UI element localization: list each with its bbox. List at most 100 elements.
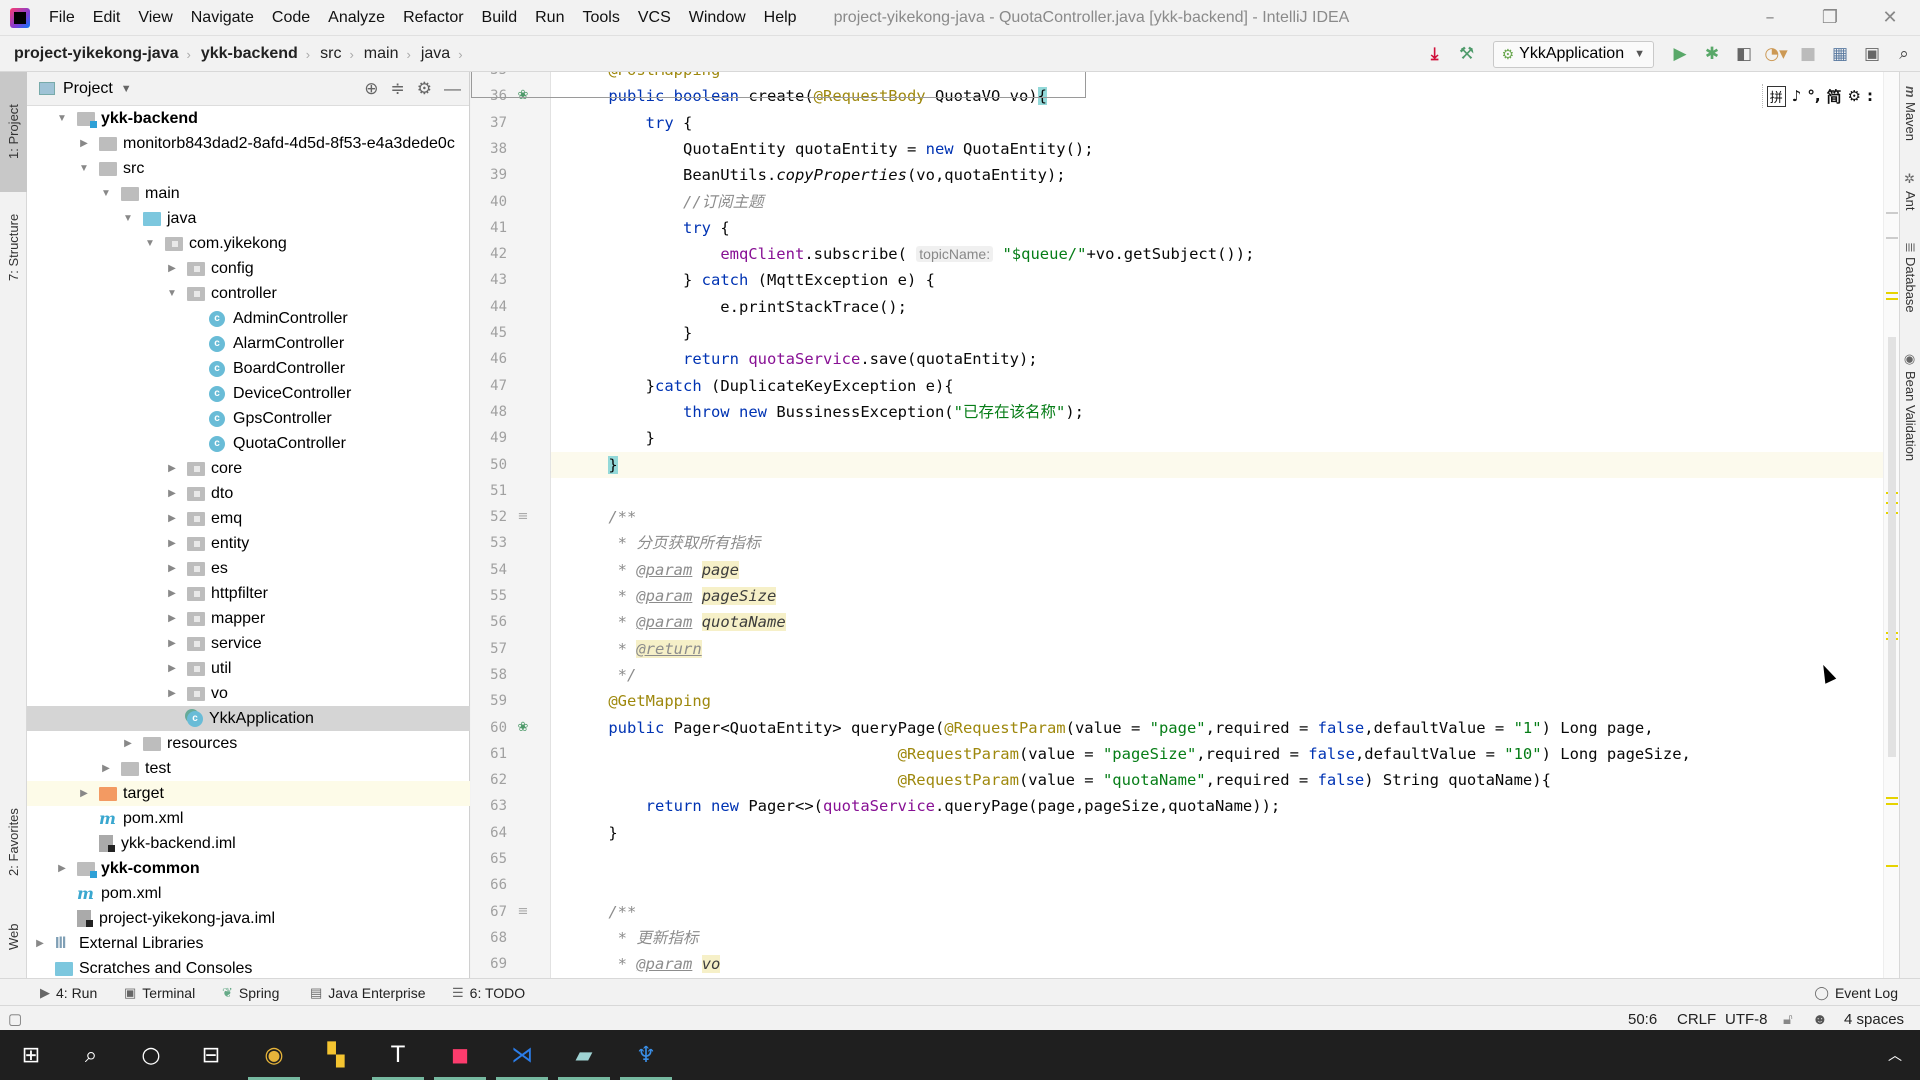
line-number[interactable]: 56 <box>471 609 507 635</box>
error-stripe[interactable] <box>1883 72 1899 978</box>
tab-ant[interactable]: ✲ Ant <box>1900 172 1920 232</box>
line-number[interactable]: 48 <box>471 399 507 425</box>
line-number[interactable]: 64 <box>471 820 507 846</box>
tree-item[interactable]: ▼ src <box>27 156 470 181</box>
locate-icon[interactable]: ⊕ <box>364 79 378 99</box>
code-line[interactable]: } <box>551 451 1883 478</box>
warning-marker[interactable] <box>1886 865 1898 867</box>
line-number[interactable]: 55 <box>471 583 507 609</box>
tab-database[interactable]: ≣ Database <box>1900 242 1920 342</box>
tree-item[interactable]: ▶ Ill External Libraries <box>27 931 470 956</box>
code-line[interactable]: try { <box>551 215 1883 241</box>
warning-marker[interactable] <box>1886 803 1898 805</box>
tree-item[interactable]: ykk-backend.iml <box>27 831 470 856</box>
code-line[interactable]: public boolean create(@RequestBody Quota… <box>551 83 1883 109</box>
code-line[interactable]: * @param pageSize <box>551 583 1883 609</box>
warning-marker[interactable] <box>1886 298 1898 300</box>
line-separator[interactable]: CRLF <box>1677 1006 1716 1032</box>
line-number[interactable]: 60 <box>471 715 507 741</box>
tree-item[interactable]: c DeviceController <box>27 381 470 406</box>
tree-item[interactable]: ▶ service <box>27 631 470 656</box>
warning-marker[interactable] <box>1886 292 1898 294</box>
line-number[interactable]: 63 <box>471 793 507 819</box>
ime-button[interactable]: ♪ <box>1792 87 1802 105</box>
code-line[interactable]: BeanUtils.copyProperties(vo,quotaEntity)… <box>551 162 1883 188</box>
marker[interactable] <box>1886 237 1898 239</box>
line-number[interactable]: 35 <box>471 72 507 83</box>
tree-item[interactable]: ▼ com.yikekong <box>27 231 470 256</box>
tree-item[interactable]: m pom.xml <box>27 881 470 906</box>
presentation-icon[interactable]: ▣ <box>1856 40 1888 68</box>
line-number[interactable]: 58 <box>471 662 507 688</box>
code-line[interactable] <box>551 846 1883 872</box>
line-number[interactable]: 45 <box>471 320 507 346</box>
code-line[interactable]: } <box>551 425 1883 451</box>
run-configuration-select[interactable]: ⚙ YkkApplication ▼ <box>1492 40 1654 68</box>
line-number[interactable]: 51 <box>471 478 507 504</box>
menu-vcs[interactable]: VCS <box>629 9 680 27</box>
code-line[interactable]: * @return <box>551 636 1883 662</box>
code-line[interactable]: * @param quotaName <box>551 609 1883 635</box>
start-icon[interactable]: ⊞ <box>0 1030 62 1080</box>
profile-icon[interactable]: ◔▾ <box>1760 40 1792 68</box>
line-number[interactable]: 67 <box>471 899 507 925</box>
code-line[interactable]: @GetMapping <box>551 688 1883 714</box>
tree-item[interactable]: c AdminController <box>27 306 470 331</box>
code-line[interactable]: } <box>551 820 1883 846</box>
file-encoding[interactable]: UTF-8 <box>1725 1006 1768 1032</box>
collapsed-arrow-icon[interactable]: ▶ <box>165 688 179 699</box>
code-line[interactable]: throw new BussinessException("已存在该名称"); <box>551 399 1883 425</box>
menu-help[interactable]: Help <box>755 9 806 27</box>
tree-item[interactable]: ▶ test <box>27 756 470 781</box>
hide-icon[interactable]: — <box>444 79 461 99</box>
warning-marker[interactable] <box>1886 797 1898 799</box>
tree-item[interactable]: project-yikekong-java.iml <box>27 906 470 931</box>
line-number[interactable]: 49 <box>471 425 507 451</box>
tree-item[interactable]: c GpsController <box>27 406 470 431</box>
intellij-icon[interactable]: ◼ <box>429 1030 491 1080</box>
code-line[interactable]: return new Pager<>(quotaService.queryPag… <box>551 793 1883 819</box>
notes-icon[interactable]: ▰ <box>553 1030 615 1080</box>
task-view-icon[interactable]: ⊟ <box>180 1030 242 1080</box>
code-line[interactable]: public Pager<QuotaEntity> queryPage(@Req… <box>551 715 1883 741</box>
tab-project[interactable]: 1: Project <box>0 72 27 192</box>
dbeaver-icon[interactable]: ♆ <box>615 1030 677 1080</box>
line-number[interactable]: 41 <box>471 215 507 241</box>
tab-bean-validation[interactable]: ◉ Bean Validation <box>1900 352 1920 502</box>
collapsed-arrow-icon[interactable]: ▶ <box>33 938 47 949</box>
tab-structure[interactable]: 7: Structure <box>0 192 27 302</box>
code-line[interactable]: */ <box>551 662 1883 688</box>
tab-web[interactable]: Web <box>0 902 27 972</box>
collapsed-arrow-icon[interactable]: ▶ <box>165 463 179 474</box>
code-line[interactable]: } <box>551 320 1883 346</box>
line-number[interactable]: 65 <box>471 846 507 872</box>
update-icon[interactable]: ⤓ <box>1419 40 1451 68</box>
debug-icon[interactable]: ✱ <box>1696 40 1728 68</box>
editor-scrollbar[interactable] <box>1888 337 1896 757</box>
tree-item[interactable]: ▶ monitorb843dad2-8afd-4d5d-8f53-e4a3dede… <box>27 131 470 156</box>
code-line[interactable]: /** <box>551 504 1883 530</box>
project-structure-icon[interactable]: ▦ <box>1824 40 1856 68</box>
tree-item[interactable]: ▶ mapper <box>27 606 470 631</box>
show-hidden-icons-icon[interactable]: ︿ <box>1870 1030 1920 1080</box>
code-line[interactable]: * @param page <box>551 557 1883 583</box>
line-number[interactable]: 37 <box>471 110 507 136</box>
line-number[interactable]: 42 <box>471 241 507 267</box>
line-number[interactable]: 61 <box>471 741 507 767</box>
tree-item[interactable]: ▼ ykk-backend <box>27 106 470 131</box>
tree-item[interactable]: c YkkApplication <box>27 706 470 731</box>
code-line[interactable]: @PostMapping <box>551 72 1883 83</box>
marker[interactable] <box>1886 212 1898 214</box>
chevron-down-icon[interactable]: ▼ <box>121 83 132 95</box>
tree-item[interactable]: ▶ util <box>27 656 470 681</box>
code-line[interactable]: }catch (DuplicateKeyException e){ <box>551 373 1883 399</box>
tree-item[interactable]: ▶ target <box>27 781 470 806</box>
search-icon[interactable]: ⌕ <box>60 1030 122 1080</box>
collapsed-arrow-icon[interactable]: ▶ <box>165 263 179 274</box>
line-number[interactable]: 69 <box>471 951 507 977</box>
menu-analyze[interactable]: Analyze <box>319 9 394 27</box>
code-line[interactable]: * @param vo <box>551 951 1883 977</box>
ime-button[interactable]: : <box>1867 87 1873 105</box>
tool-run[interactable]: ▶ 4: Run <box>40 979 97 1006</box>
tree-item[interactable]: c QuotaController <box>27 431 470 456</box>
